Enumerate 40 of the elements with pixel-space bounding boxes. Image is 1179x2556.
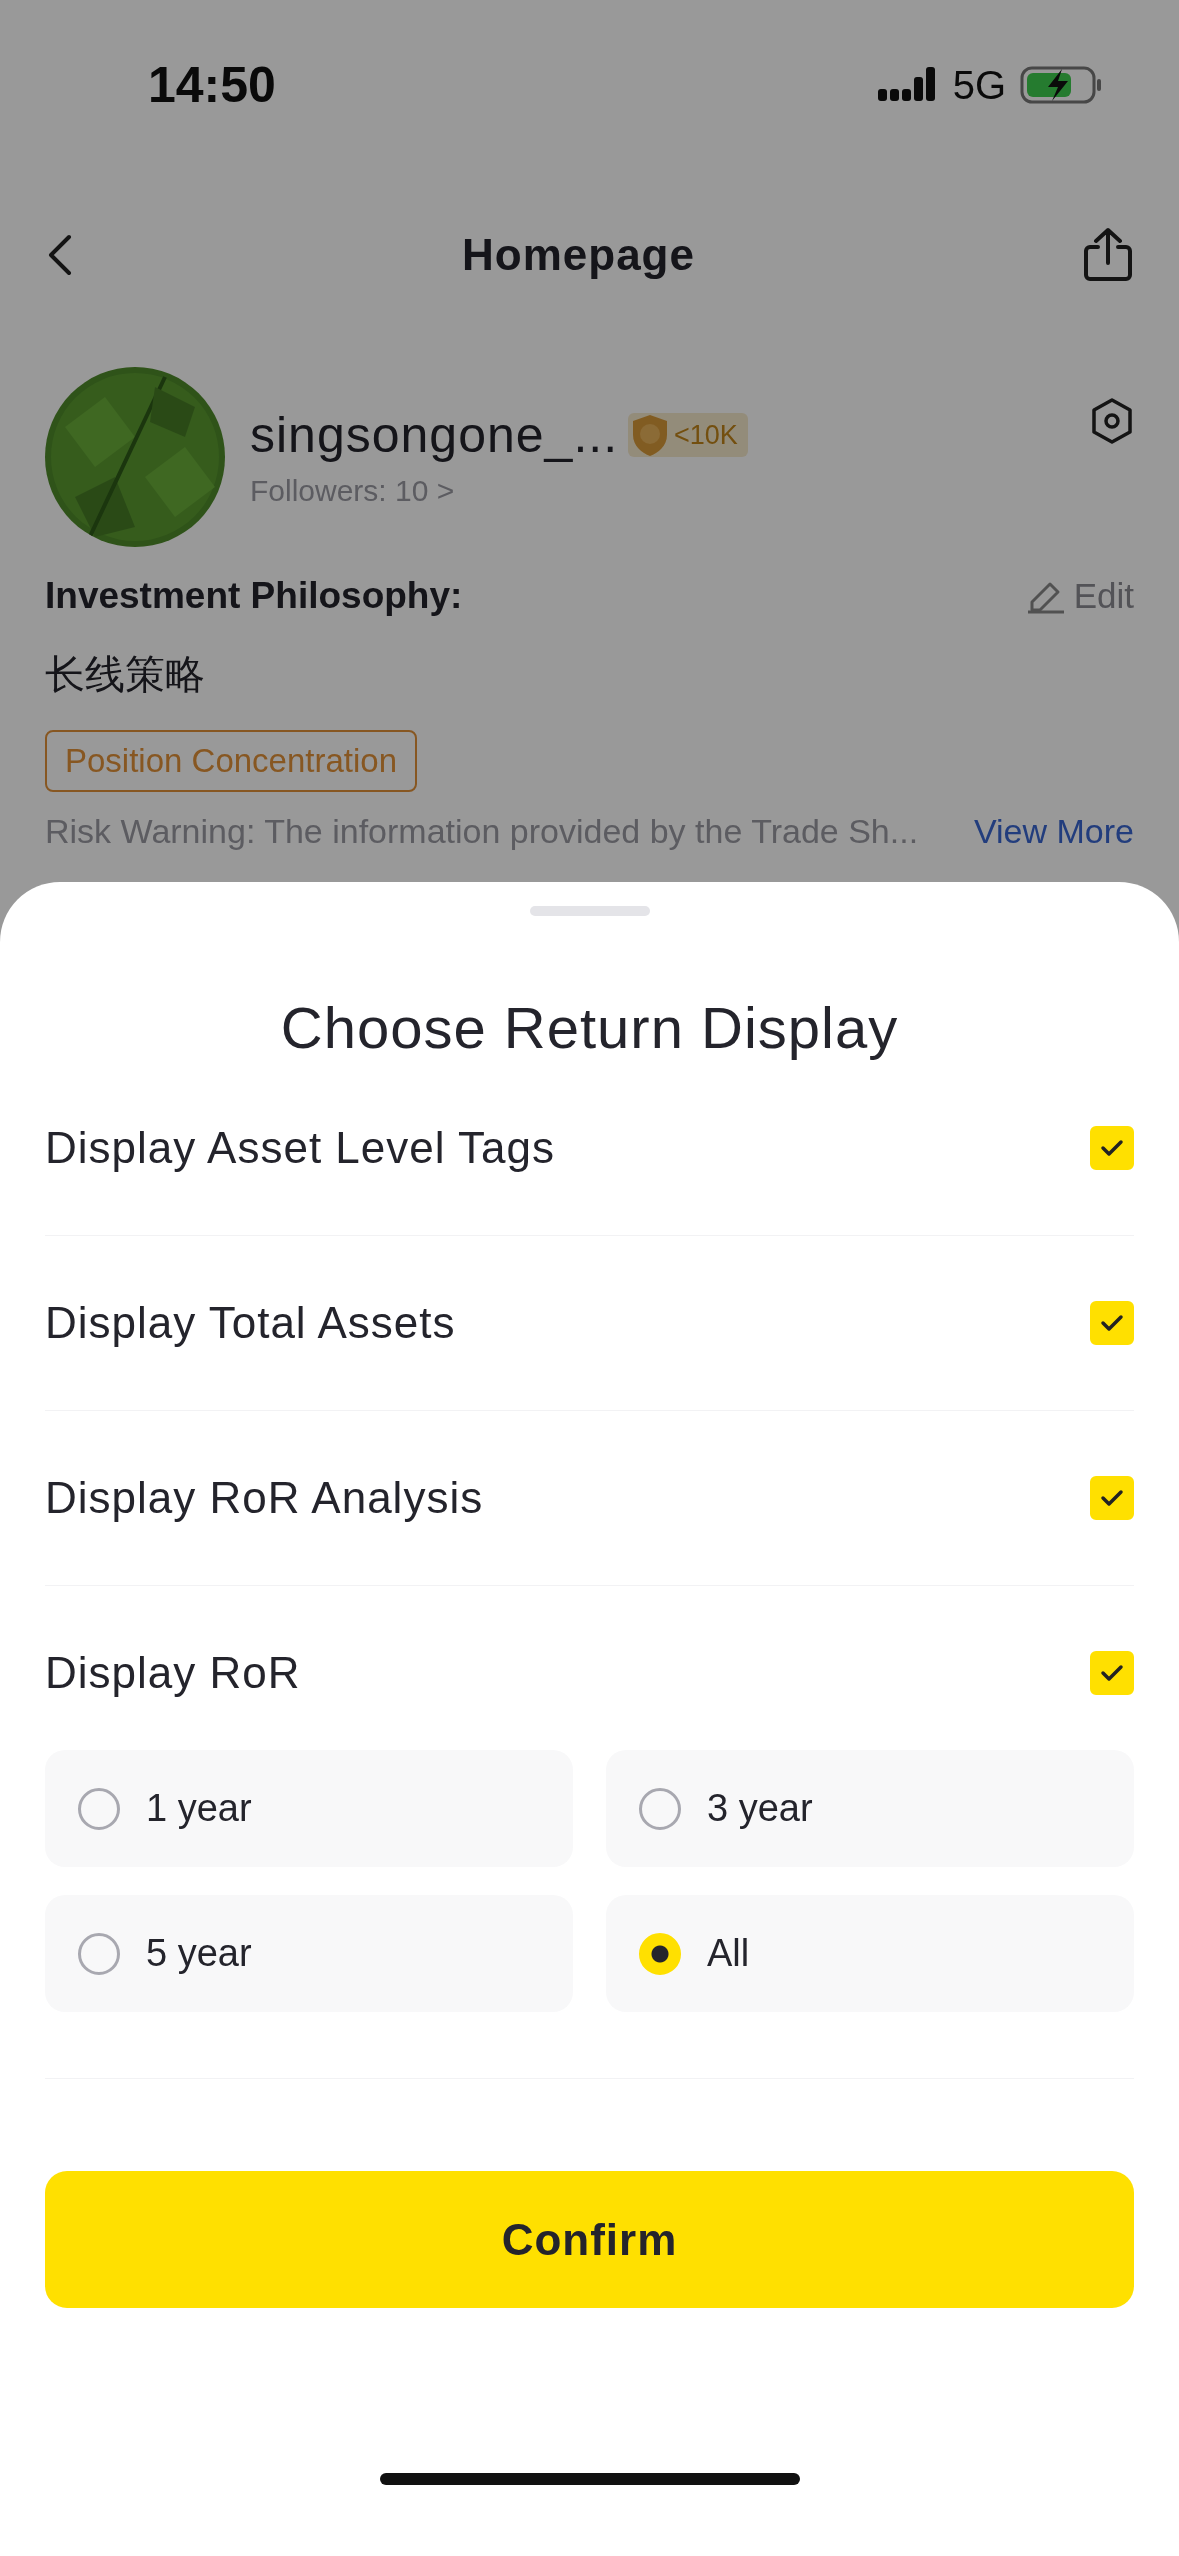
radio-button[interactable] xyxy=(639,1787,681,1830)
share-icon[interactable] xyxy=(1082,227,1134,283)
option-label: Display RoR Analysis xyxy=(45,1473,484,1523)
page-title: Homepage xyxy=(462,230,695,280)
checkbox[interactable] xyxy=(1090,1301,1134,1345)
option-label: Display RoR xyxy=(45,1648,301,1698)
tag: Position Concentration xyxy=(45,730,418,792)
checkbox[interactable] xyxy=(1090,1126,1134,1170)
period-option[interactable]: 1 year xyxy=(45,1750,573,1867)
radio-button[interactable] xyxy=(78,1932,120,1975)
radio-button[interactable] xyxy=(78,1787,120,1830)
section-label: Investment Philosophy: xyxy=(45,575,463,617)
period-option[interactable]: 3 year xyxy=(606,1750,1134,1867)
period-label: 3 year xyxy=(707,1787,813,1830)
philosophy-text: 长线策略 xyxy=(45,651,206,698)
drag-handle[interactable] xyxy=(529,906,650,916)
hexagon-settings-icon[interactable] xyxy=(1090,397,1134,445)
battery-icon xyxy=(1020,65,1104,105)
period-option[interactable]: All xyxy=(606,1895,1134,2012)
check-icon xyxy=(1100,1488,1124,1508)
confirm-button[interactable]: Confirm xyxy=(45,2171,1134,2308)
status-time: 14:50 xyxy=(148,56,276,114)
period-label: All xyxy=(707,1932,750,1975)
network-label: 5G xyxy=(952,62,1006,108)
period-label: 5 year xyxy=(146,1932,252,1975)
risk-warning-text: Risk Warning: The information provided by the Trade Sh... xyxy=(45,812,919,851)
option-label: Display Total Assets xyxy=(45,1298,456,1348)
check-icon xyxy=(1100,1313,1124,1333)
checkbox[interactable] xyxy=(1090,1651,1134,1695)
sheet-title: Choose Return Display xyxy=(280,994,899,1061)
user-name: singsongone_... xyxy=(250,406,619,464)
badge-label: <10K xyxy=(674,419,738,451)
view-more-link[interactable]: View More xyxy=(974,812,1134,851)
checkbox[interactable] xyxy=(1090,1476,1134,1520)
period-label: 1 year xyxy=(146,1787,252,1830)
option-label: Display Asset Level Tags xyxy=(45,1123,555,1173)
period-option[interactable]: 5 year xyxy=(45,1895,573,2012)
check-icon xyxy=(1100,1663,1124,1683)
check-icon xyxy=(1100,1138,1124,1158)
edit-label: Edit xyxy=(1073,576,1134,616)
